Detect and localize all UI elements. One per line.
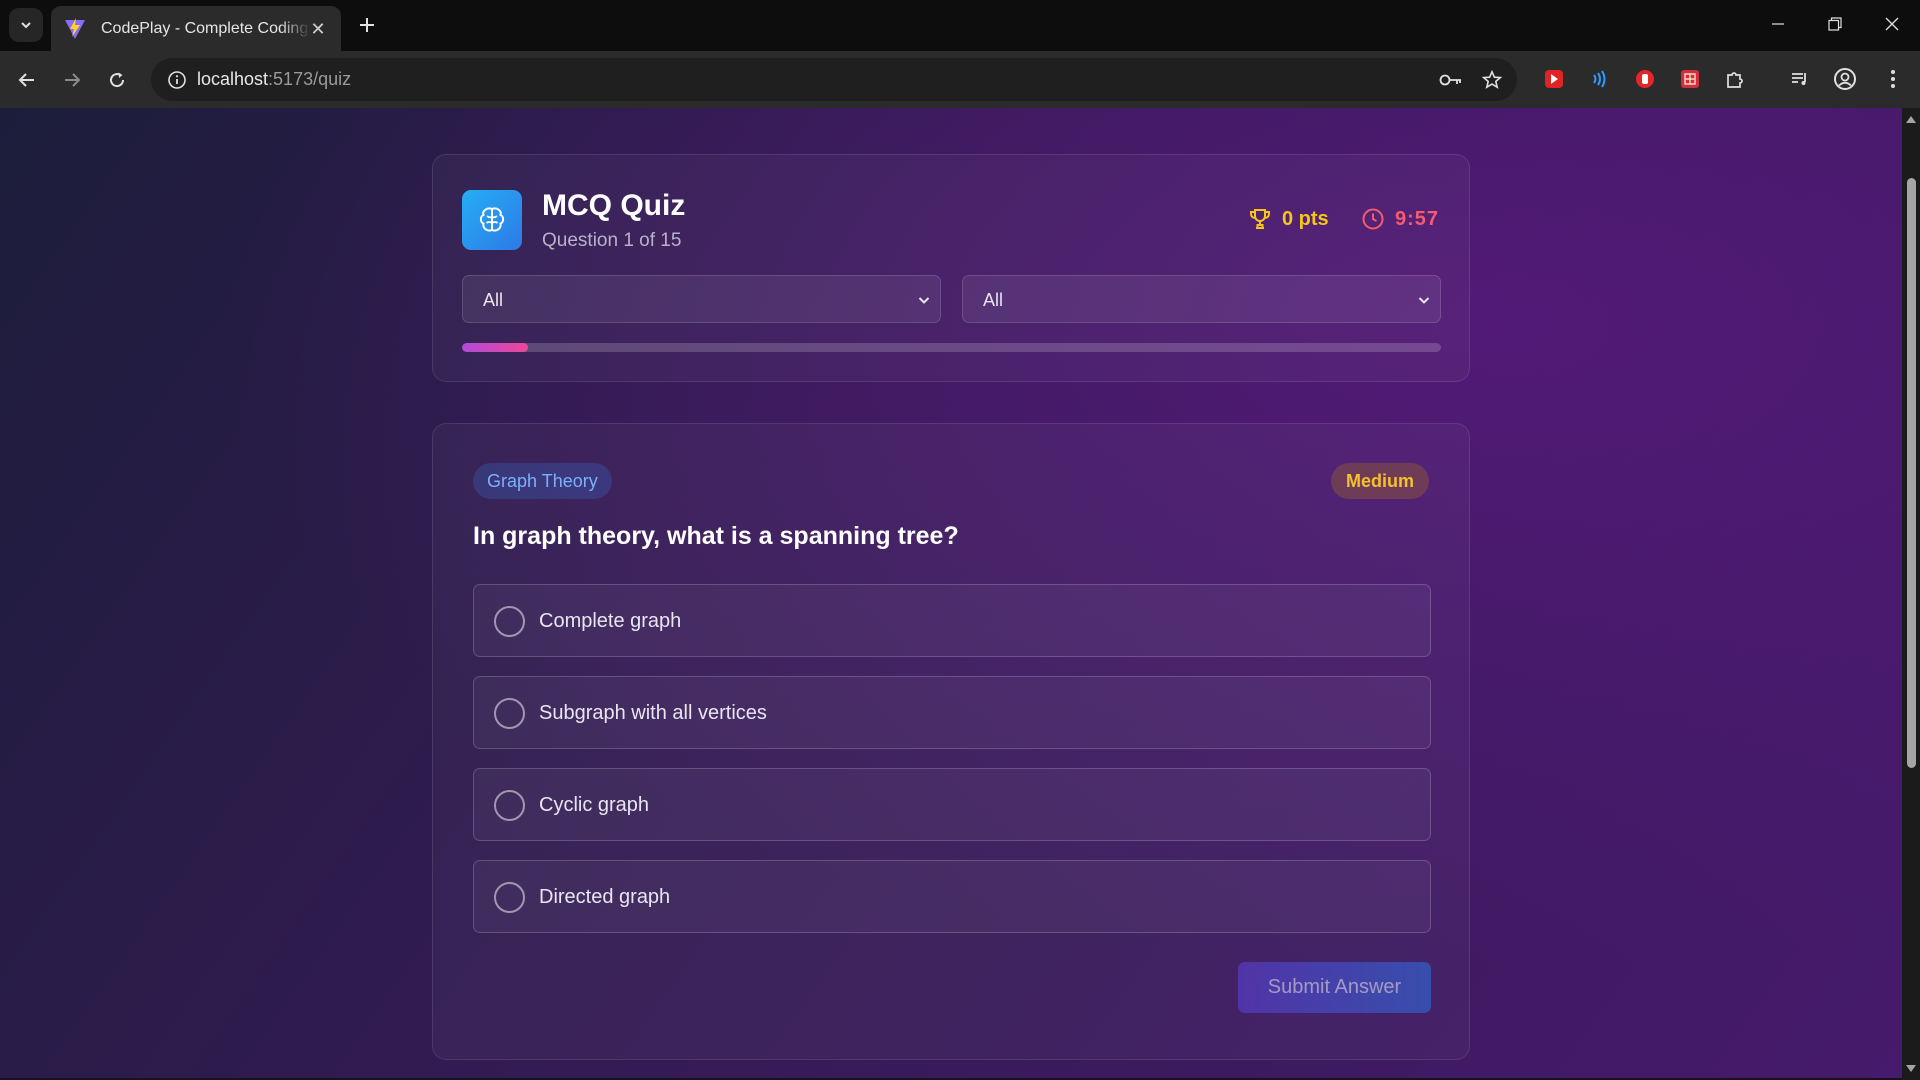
browser-toolbar: localhost:5173/quiz xyxy=(0,51,1920,108)
score-value: 0 pts xyxy=(1282,207,1329,230)
arrow-right-icon xyxy=(65,73,81,87)
question-text: In graph theory, what is a spanning tree… xyxy=(473,522,959,550)
restore-button[interactable] xyxy=(1806,0,1863,48)
arrow-left-icon xyxy=(18,73,34,87)
bookmark-star-button[interactable] xyxy=(1477,65,1507,95)
info-icon xyxy=(168,71,186,89)
submit-answer-button[interactable]: Submit Answer xyxy=(1238,962,1431,1013)
close-icon xyxy=(1885,17,1898,31)
difficulty-filter-value: All xyxy=(983,290,1004,310)
tab-search-button[interactable] xyxy=(9,8,43,42)
star-icon xyxy=(1482,70,1502,89)
reload-button[interactable] xyxy=(100,63,134,97)
chevron-down-icon xyxy=(1418,297,1430,304)
key-icon xyxy=(1439,74,1461,86)
url-host: localhost xyxy=(197,69,269,89)
playlist-icon xyxy=(1792,73,1806,85)
browser-tab-bar: CodePlay - Complete Coding Guide ✕ xyxy=(0,0,1920,51)
forward-button[interactable] xyxy=(55,63,89,97)
radio-button[interactable] xyxy=(494,606,525,637)
timer-value: 9:57 xyxy=(1395,207,1440,230)
page-scrollbar[interactable] xyxy=(1902,108,1920,1080)
sound-waves-icon xyxy=(1593,70,1606,88)
category-filter-value: All xyxy=(483,290,504,310)
account-circle-icon xyxy=(1834,68,1856,90)
browser-menu-button[interactable] xyxy=(1876,62,1910,96)
radio-button[interactable] xyxy=(494,882,525,913)
close-window-button[interactable] xyxy=(1863,0,1920,48)
radio-button[interactable] xyxy=(494,698,525,729)
more-vertical-icon xyxy=(1891,70,1895,88)
quiz-progress-fill xyxy=(462,343,528,352)
password-key-button[interactable] xyxy=(1436,65,1466,95)
category-filter-select[interactable]: All xyxy=(462,275,941,323)
question-card: Graph Theory Medium In graph theory, wha… xyxy=(432,423,1470,1060)
tab-title: CodePlay - Complete Coding Guide xyxy=(101,19,311,37)
difficulty-badge: Medium xyxy=(1330,463,1429,499)
chevron-down-icon xyxy=(21,22,31,29)
vite-logo-icon xyxy=(65,17,85,39)
question-counter: Question 1 of 15 xyxy=(542,230,682,251)
quiz-page: MCQ Quiz Question 1 of 15 0 pts 9:57 All xyxy=(0,108,1902,1078)
puzzle-icon xyxy=(1727,72,1743,88)
score-display: 0 pts xyxy=(1248,207,1329,231)
scroll-up-icon[interactable] xyxy=(1906,116,1916,123)
media-controls-button[interactable] xyxy=(1783,62,1817,96)
window-controls xyxy=(1749,0,1920,48)
answer-option[interactable]: Cyclic graph xyxy=(473,768,1431,841)
url-text: localhost:5173/quiz xyxy=(197,69,351,90)
quiz-header-card: MCQ Quiz Question 1 of 15 0 pts 9:57 All xyxy=(432,154,1470,382)
minimize-button[interactable] xyxy=(1749,0,1806,48)
topic-badge: Graph Theory xyxy=(473,463,612,499)
new-tab-button[interactable] xyxy=(352,10,382,40)
extension-red-grid[interactable] xyxy=(1673,62,1707,96)
reload-icon xyxy=(110,72,125,88)
scroll-down-icon[interactable] xyxy=(1906,1065,1916,1072)
answer-option[interactable]: Subgraph with all vertices xyxy=(473,676,1431,749)
answer-option-label: Complete graph xyxy=(539,610,682,632)
brain-icon xyxy=(479,207,505,232)
quiz-progress-bar xyxy=(462,343,1441,352)
address-bar[interactable]: localhost:5173/quiz xyxy=(151,58,1517,101)
youtube-extension-icon xyxy=(1545,70,1563,88)
answer-option[interactable]: Complete graph xyxy=(473,584,1431,657)
trophy-icon xyxy=(1250,209,1270,229)
scroll-thumb[interactable] xyxy=(1907,178,1916,768)
grid-extension-icon xyxy=(1681,70,1699,88)
clock-icon xyxy=(1362,208,1384,230)
answer-option-label: Directed graph xyxy=(539,886,671,908)
restore-icon xyxy=(1827,17,1842,31)
extension-red-hand[interactable] xyxy=(1628,62,1662,96)
radio-button[interactable] xyxy=(494,790,525,821)
answer-option-label: Subgraph with all vertices xyxy=(539,702,767,724)
tab-close-icon[interactable]: ✕ xyxy=(307,18,329,40)
plus-icon xyxy=(360,18,374,32)
back-button[interactable] xyxy=(10,63,44,97)
timer-display: 9:57 xyxy=(1361,207,1439,231)
url-path: :5173/quiz xyxy=(268,69,352,89)
browser-tab-active[interactable]: CodePlay - Complete Coding Guide ✕ xyxy=(51,6,341,51)
answer-option-label: Cyclic graph xyxy=(539,794,650,816)
profile-button[interactable] xyxy=(1828,62,1862,96)
minimize-icon xyxy=(1771,23,1784,25)
site-info-button[interactable] xyxy=(162,65,192,95)
extensions-button[interactable] xyxy=(1718,62,1752,96)
chevron-down-icon xyxy=(918,297,930,304)
answer-option[interactable]: Directed graph xyxy=(473,860,1431,933)
hand-stop-icon xyxy=(1636,70,1654,88)
extension-audio[interactable] xyxy=(1582,62,1616,96)
extension-red-play[interactable] xyxy=(1537,62,1571,96)
page-title: MCQ Quiz xyxy=(542,189,686,222)
difficulty-filter-select[interactable]: All xyxy=(962,275,1441,323)
quiz-badge xyxy=(462,190,522,250)
